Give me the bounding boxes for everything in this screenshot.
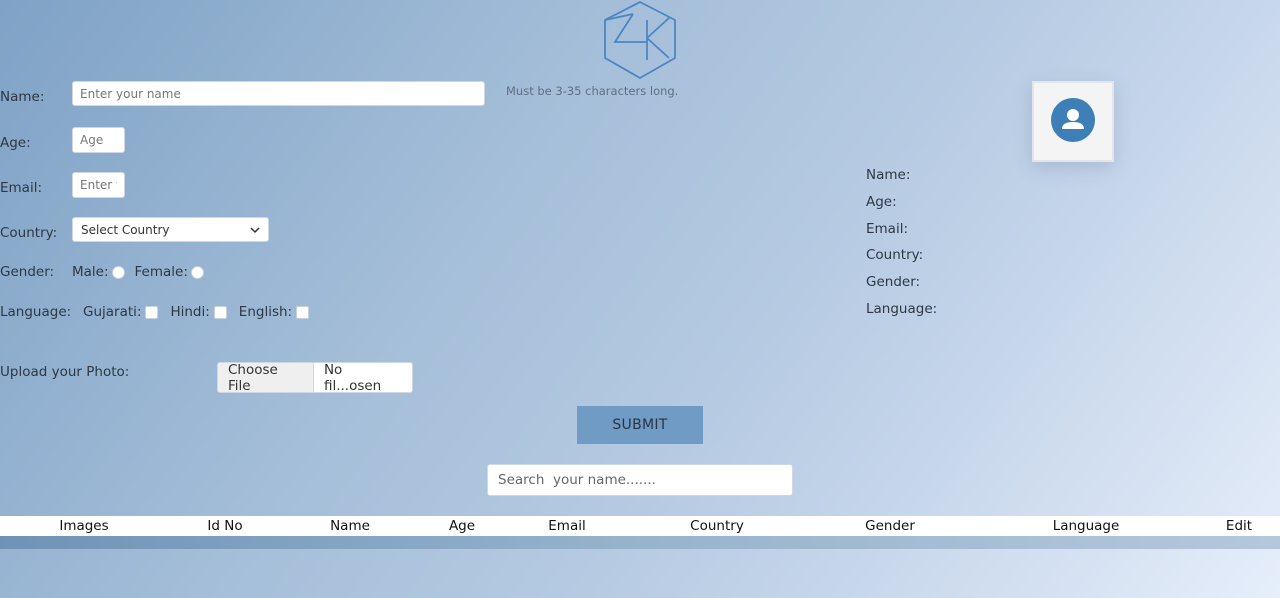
preview-language-label: Language:: [866, 301, 938, 317]
name-hint: Must be 3-35 characters long.: [506, 84, 679, 98]
search-input[interactable]: [487, 464, 793, 496]
language-gujarati-checkbox[interactable]: [145, 305, 159, 319]
preview-age-label: Age:: [866, 194, 897, 210]
name-input[interactable]: [72, 81, 485, 106]
age-label: Age:: [0, 135, 31, 151]
file-input[interactable]: Choose File No fil...osen: [217, 362, 413, 393]
gender-male-radio[interactable]: [111, 265, 125, 279]
name-label: Name:: [0, 89, 45, 105]
gender-options: Male: Female:: [72, 264, 204, 280]
country-label: Country:: [0, 225, 58, 241]
language-options: Gujarati: Hindi: English:: [83, 304, 310, 320]
table-body-bar: [0, 536, 1280, 549]
table-header-name: Name: [330, 518, 370, 534]
table-header-age: Age: [448, 518, 476, 534]
upload-label: Upload your Photo:: [0, 364, 130, 380]
country-selected-value: Select Country: [81, 222, 170, 237]
language-label: Language:: [0, 304, 72, 320]
language-gujarati-label: Gujarati:: [83, 304, 142, 320]
country-select[interactable]: Select Country: [72, 217, 269, 242]
preview-gender-label: Gender:: [866, 274, 921, 290]
chevron-down-icon: [250, 223, 260, 237]
language-hindi-label: Hindi:: [170, 304, 210, 320]
submit-button[interactable]: SUBMIT: [577, 406, 703, 444]
gender-label: Gender:: [0, 264, 55, 280]
table-header-country: Country: [690, 518, 744, 534]
table-header-edit: Edit: [1225, 518, 1253, 534]
preview-email-label: Email:: [866, 221, 909, 237]
language-hindi-checkbox[interactable]: [213, 305, 227, 319]
file-status: No fil...osen: [323, 362, 382, 393]
table-header-images: Images: [59, 518, 109, 534]
email-input[interactable]: [72, 172, 125, 198]
age-input[interactable]: [72, 127, 125, 153]
language-english-checkbox[interactable]: [296, 305, 310, 319]
preview-name-label: Name:: [866, 167, 911, 183]
gender-male-label: Male:: [72, 264, 109, 280]
table-header-language: Language: [1052, 518, 1120, 534]
table-header-email: Email: [548, 518, 586, 534]
choose-file-button[interactable]: Choose File: [218, 363, 314, 392]
avatar-card: [1032, 81, 1114, 162]
table-header: Images Id No Name Age Email Country Gend…: [0, 516, 1280, 536]
table-header-gender: Gender: [865, 518, 915, 534]
gender-female-label: Female:: [134, 264, 188, 280]
gender-female-radio[interactable]: [190, 265, 204, 279]
user-avatar-icon: [1051, 97, 1095, 146]
hexagon-logo-icon: [603, 0, 677, 80]
language-english-label: English:: [238, 304, 293, 320]
preview-country-label: Country:: [866, 247, 924, 263]
email-label: Email:: [0, 180, 43, 196]
table-header-id: Id No: [207, 518, 243, 534]
